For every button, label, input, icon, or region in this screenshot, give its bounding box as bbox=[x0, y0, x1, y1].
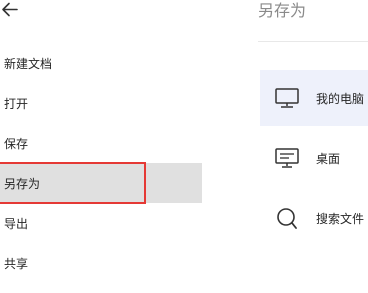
divider bbox=[258, 41, 368, 42]
location-label: 我的电脑 bbox=[316, 91, 365, 106]
location-my-computer[interactable]: 我的电脑 bbox=[260, 70, 368, 126]
nav-item-new-document[interactable]: 新建文档 bbox=[0, 43, 202, 83]
backstage-nav: 新建文档 打开 保存 另存为 导出 共享 bbox=[0, 0, 202, 293]
nav-item-share[interactable]: 共享 bbox=[0, 243, 202, 283]
nav-item-save[interactable]: 保存 bbox=[0, 123, 202, 163]
location-desktop[interactable]: 桌面 bbox=[260, 130, 368, 186]
location-search-files[interactable]: 搜索文件 bbox=[260, 190, 368, 246]
nav-item-open[interactable]: 打开 bbox=[0, 83, 202, 123]
page-title: 另存为 bbox=[258, 1, 307, 20]
location-label: 桌面 bbox=[316, 151, 341, 166]
nav-item-label: 打开 bbox=[4, 96, 29, 111]
location-label: 搜索文件 bbox=[316, 211, 365, 226]
selection-highlight-box bbox=[0, 162, 146, 204]
search-icon bbox=[273, 206, 301, 230]
nav-item-label: 新建文档 bbox=[4, 56, 53, 71]
nav-item-label: 保存 bbox=[4, 136, 29, 151]
desktop-icon bbox=[273, 146, 301, 170]
nav-item-label: 导出 bbox=[4, 216, 29, 231]
nav-item-label: 共享 bbox=[4, 256, 29, 271]
nav-item-export[interactable]: 导出 bbox=[0, 203, 202, 243]
monitor-icon bbox=[273, 86, 301, 110]
